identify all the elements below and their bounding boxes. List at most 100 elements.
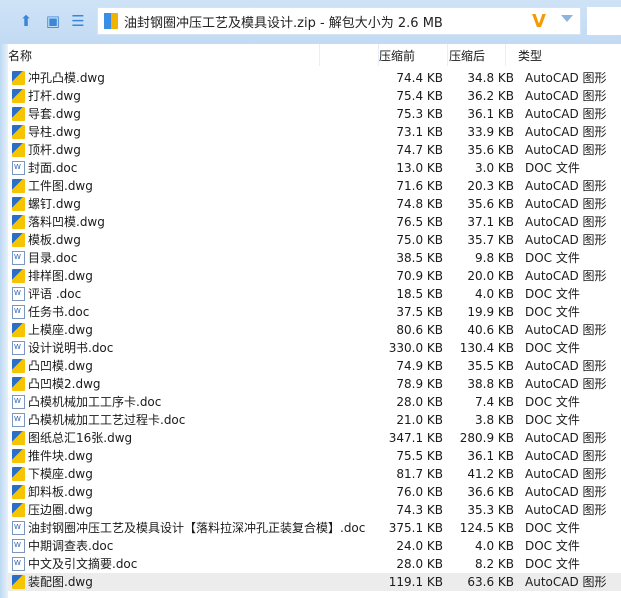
- column-header: 名称 压缩前 压缩后 类型: [8, 44, 621, 66]
- file-name: 螺钉.dwg: [28, 197, 81, 211]
- dwg-file-icon: [12, 269, 25, 283]
- size-before: 18.5 KB: [396, 287, 443, 301]
- size-after: 4.0 KB: [475, 539, 514, 553]
- file-name: 模板.dwg: [28, 233, 81, 247]
- size-before: 74.4 KB: [396, 71, 443, 85]
- file-name: 上模座.dwg: [28, 323, 93, 337]
- file-type: AutoCAD 图形: [525, 449, 607, 463]
- doc-file-icon: [12, 161, 25, 175]
- file-row[interactable]: 凸凹模.dwg 74.9 KB 35.5 KB AutoCAD 图形: [8, 357, 621, 375]
- file-type: AutoCAD 图形: [525, 269, 607, 283]
- file-row[interactable]: 导柱.dwg 73.1 KB 33.9 KB AutoCAD 图形: [8, 123, 621, 141]
- size-before: 71.6 KB: [396, 179, 443, 193]
- doc-file-icon: [12, 521, 25, 535]
- size-after: 280.9 KB: [459, 431, 514, 445]
- list-icon[interactable]: ☰: [69, 12, 87, 30]
- file-name: 导套.dwg: [28, 107, 81, 121]
- doc-file-icon: [12, 395, 25, 409]
- file-row[interactable]: 任务书.doc 37.5 KB 19.9 KB DOC 文件: [8, 303, 621, 321]
- file-row[interactable]: 装配图.dwg 119.1 KB 63.6 KB AutoCAD 图形: [8, 573, 621, 591]
- size-after: 35.6 KB: [467, 143, 514, 157]
- address-bar[interactable]: 油封钢圈冲压工艺及模具设计.zip - 解包大小为 2.6 MB: [97, 7, 581, 35]
- file-type: AutoCAD 图形: [525, 71, 607, 85]
- dwg-file-icon: [12, 125, 25, 139]
- file-row[interactable]: 打杆.dwg 75.4 KB 36.2 KB AutoCAD 图形: [8, 87, 621, 105]
- file-row[interactable]: 顶杆.dwg 74.7 KB 35.6 KB AutoCAD 图形: [8, 141, 621, 159]
- file-name: 导柱.dwg: [28, 125, 81, 139]
- zip-icon: [104, 13, 118, 29]
- file-type: DOC 文件: [525, 305, 580, 319]
- size-before: 375.1 KB: [388, 521, 443, 535]
- size-after: 33.9 KB: [467, 125, 514, 139]
- file-row[interactable]: 上模座.dwg 80.6 KB 40.6 KB AutoCAD 图形: [8, 321, 621, 339]
- file-name: 中期调查表.doc: [28, 539, 114, 553]
- doc-file-icon: [12, 287, 25, 301]
- file-name: 封面.doc: [28, 161, 78, 175]
- file-row[interactable]: 图纸总汇16张.dwg 347.1 KB 280.9 KB AutoCAD 图形: [8, 429, 621, 447]
- file-name: 推件块.dwg: [28, 449, 93, 463]
- size-before: 330.0 KB: [388, 341, 443, 355]
- size-after: 7.4 KB: [475, 395, 514, 409]
- file-row[interactable]: 中期调查表.doc 24.0 KB 4.0 KB DOC 文件: [8, 537, 621, 555]
- size-before: 74.3 KB: [396, 503, 443, 517]
- file-name: 冲孔凸模.dwg: [28, 71, 105, 85]
- file-row[interactable]: 封面.doc 13.0 KB 3.0 KB DOC 文件: [8, 159, 621, 177]
- file-name: 凸凹模.dwg: [28, 359, 93, 373]
- file-type: AutoCAD 图形: [525, 359, 607, 373]
- size-after: 20.3 KB: [467, 179, 514, 193]
- file-row[interactable]: 模板.dwg 75.0 KB 35.7 KB AutoCAD 图形: [8, 231, 621, 249]
- size-after: 124.5 KB: [459, 521, 514, 535]
- file-row[interactable]: 凸模机械加工工序卡.doc 28.0 KB 7.4 KB DOC 文件: [8, 393, 621, 411]
- view-icon[interactable]: ▣: [44, 12, 62, 30]
- file-name: 图纸总汇16张.dwg: [28, 431, 133, 445]
- file-type: AutoCAD 图形: [525, 89, 607, 103]
- col-type[interactable]: 类型: [518, 47, 542, 64]
- dwg-file-icon: [12, 485, 25, 499]
- file-type: DOC 文件: [525, 251, 580, 265]
- file-row[interactable]: 中文及引文摘要.doc 28.0 KB 8.2 KB DOC 文件: [8, 555, 621, 573]
- file-row[interactable]: 工件图.dwg 71.6 KB 20.3 KB AutoCAD 图形: [8, 177, 621, 195]
- col-after[interactable]: 压缩后: [449, 47, 485, 64]
- search-input[interactable]: [587, 7, 621, 35]
- file-list: 冲孔凸模.dwg 74.4 KB 34.8 KB AutoCAD 图形 打杆.d…: [8, 69, 621, 591]
- file-type: DOC 文件: [525, 413, 580, 427]
- file-row[interactable]: 设计说明书.doc 330.0 KB 130.4 KB DOC 文件: [8, 339, 621, 357]
- dwg-file-icon: [12, 431, 25, 445]
- file-name: 压边圈.dwg: [28, 503, 93, 517]
- file-row[interactable]: 冲孔凸模.dwg 74.4 KB 34.8 KB AutoCAD 图形: [8, 69, 621, 87]
- doc-file-icon: [12, 305, 25, 319]
- file-row[interactable]: 凸凹模2.dwg 78.9 KB 38.8 KB AutoCAD 图形: [8, 375, 621, 393]
- file-row[interactable]: 螺钉.dwg 74.8 KB 35.6 KB AutoCAD 图形: [8, 195, 621, 213]
- col-name[interactable]: 名称: [8, 47, 32, 64]
- file-name: 打杆.dwg: [28, 89, 81, 103]
- file-row[interactable]: 凸模机械加工工艺过程卡.doc 21.0 KB 3.8 KB DOC 文件: [8, 411, 621, 429]
- size-before: 76.5 KB: [396, 215, 443, 229]
- file-name: 装配图.dwg: [28, 575, 93, 589]
- file-row[interactable]: 压边圈.dwg 74.3 KB 35.3 KB AutoCAD 图形: [8, 501, 621, 519]
- file-row[interactable]: 油封钢圈冲压工艺及模具设计【落料拉深冲孔正装复合模】.doc 375.1 KB …: [8, 519, 621, 537]
- toolbar: ⬆ ▣ ☰ 油封钢圈冲压工艺及模具设计.zip - 解包大小为 2.6 MB V: [0, 0, 621, 44]
- doc-file-icon: [12, 557, 25, 571]
- col-before[interactable]: 压缩前: [379, 47, 415, 64]
- file-type: AutoCAD 图形: [525, 503, 607, 517]
- file-row[interactable]: 评语 .doc 18.5 KB 4.0 KB DOC 文件: [8, 285, 621, 303]
- size-after: 41.2 KB: [467, 467, 514, 481]
- size-after: 19.9 KB: [467, 305, 514, 319]
- file-row[interactable]: 推件块.dwg 75.5 KB 36.1 KB AutoCAD 图形: [8, 447, 621, 465]
- file-row[interactable]: 下模座.dwg 81.7 KB 41.2 KB AutoCAD 图形: [8, 465, 621, 483]
- file-row[interactable]: 目录.doc 38.5 KB 9.8 KB DOC 文件: [8, 249, 621, 267]
- file-row[interactable]: 排样图.dwg 70.9 KB 20.0 KB AutoCAD 图形: [8, 267, 621, 285]
- size-before: 28.0 KB: [396, 557, 443, 571]
- file-row[interactable]: 导套.dwg 75.3 KB 36.1 KB AutoCAD 图形: [8, 105, 621, 123]
- up-arrow-icon[interactable]: ⬆: [17, 12, 35, 30]
- dwg-file-icon: [12, 71, 25, 85]
- file-type: DOC 文件: [525, 287, 580, 301]
- file-type: AutoCAD 图形: [525, 431, 607, 445]
- file-row[interactable]: 卸料板.dwg 76.0 KB 36.6 KB AutoCAD 图形: [8, 483, 621, 501]
- file-row[interactable]: 落料凹模.dwg 76.5 KB 37.1 KB AutoCAD 图形: [8, 213, 621, 231]
- file-type: AutoCAD 图形: [525, 107, 607, 121]
- dropdown-icon[interactable]: [561, 15, 573, 22]
- size-before: 70.9 KB: [396, 269, 443, 283]
- size-before: 119.1 KB: [388, 575, 443, 589]
- size-before: 13.0 KB: [396, 161, 443, 175]
